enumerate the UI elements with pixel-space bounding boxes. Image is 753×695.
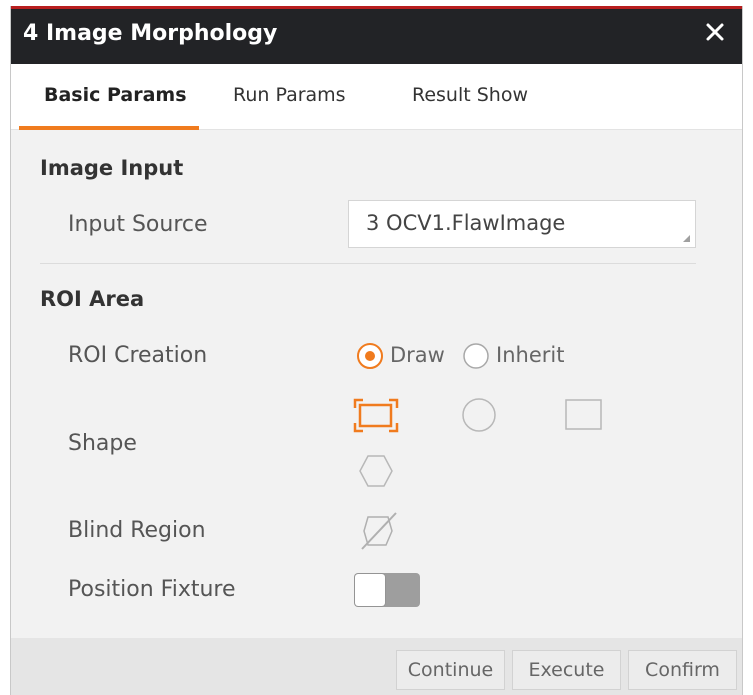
blind-region-icon <box>361 512 397 550</box>
tab-result-show[interactable]: Result Show <box>412 84 528 106</box>
roi-creation-label: ROI Creation <box>68 343 208 368</box>
footer-bar: Continue Execute Confirm <box>11 638 742 695</box>
blind-region-label: Blind Region <box>68 518 206 543</box>
shape-rectangle-select-button[interactable] <box>351 396 401 440</box>
square-icon <box>565 399 602 430</box>
close-button[interactable] <box>698 15 732 49</box>
image-input-section-title: Image Input <box>40 156 184 180</box>
radio-draw-label: Draw <box>390 343 445 367</box>
circle-icon <box>462 398 496 432</box>
tab-run-params[interactable]: Run Params <box>233 84 346 106</box>
title-bar: 4 Image Morphology <box>11 6 742 64</box>
rectangle-select-icon <box>353 398 399 433</box>
tab-basic-params[interactable]: Basic Params <box>44 84 187 106</box>
radio-unselected-icon <box>463 343 489 369</box>
close-icon <box>706 23 724 41</box>
dialog-title: 4 Image Morphology <box>23 21 278 46</box>
tab-bar: Basic Params Run Params Result Show <box>11 64 742 130</box>
shape-circle-button[interactable] <box>459 395 499 439</box>
radio-selected-icon <box>357 343 383 369</box>
hexagon-icon <box>359 455 393 487</box>
shape-square-button[interactable] <box>564 398 604 436</box>
shape-label: Shape <box>68 431 137 456</box>
input-source-label: Input Source <box>68 212 208 237</box>
position-fixture-toggle[interactable] <box>354 573 420 607</box>
radio-inherit-label: Inherit <box>496 343 565 367</box>
toggle-knob <box>355 574 385 606</box>
blind-region-button[interactable] <box>358 511 398 555</box>
roi-area-section-title: ROI Area <box>40 287 145 311</box>
input-source-value: 3 OCV1.FlawImage <box>366 211 566 235</box>
active-tab-indicator <box>19 126 199 130</box>
dropdown-corner-icon <box>683 235 690 242</box>
position-fixture-label: Position Fixture <box>68 577 236 602</box>
shape-hexagon-button[interactable] <box>358 453 394 493</box>
section-divider <box>40 263 696 264</box>
input-source-select[interactable]: 3 OCV1.FlawImage <box>348 200 696 248</box>
continue-button[interactable]: Continue <box>396 650 505 690</box>
confirm-button[interactable]: Confirm <box>628 650 737 690</box>
execute-button[interactable]: Execute <box>512 650 621 690</box>
image-morphology-dialog: 4 Image Morphology Basic Params Run Para… <box>10 6 743 695</box>
